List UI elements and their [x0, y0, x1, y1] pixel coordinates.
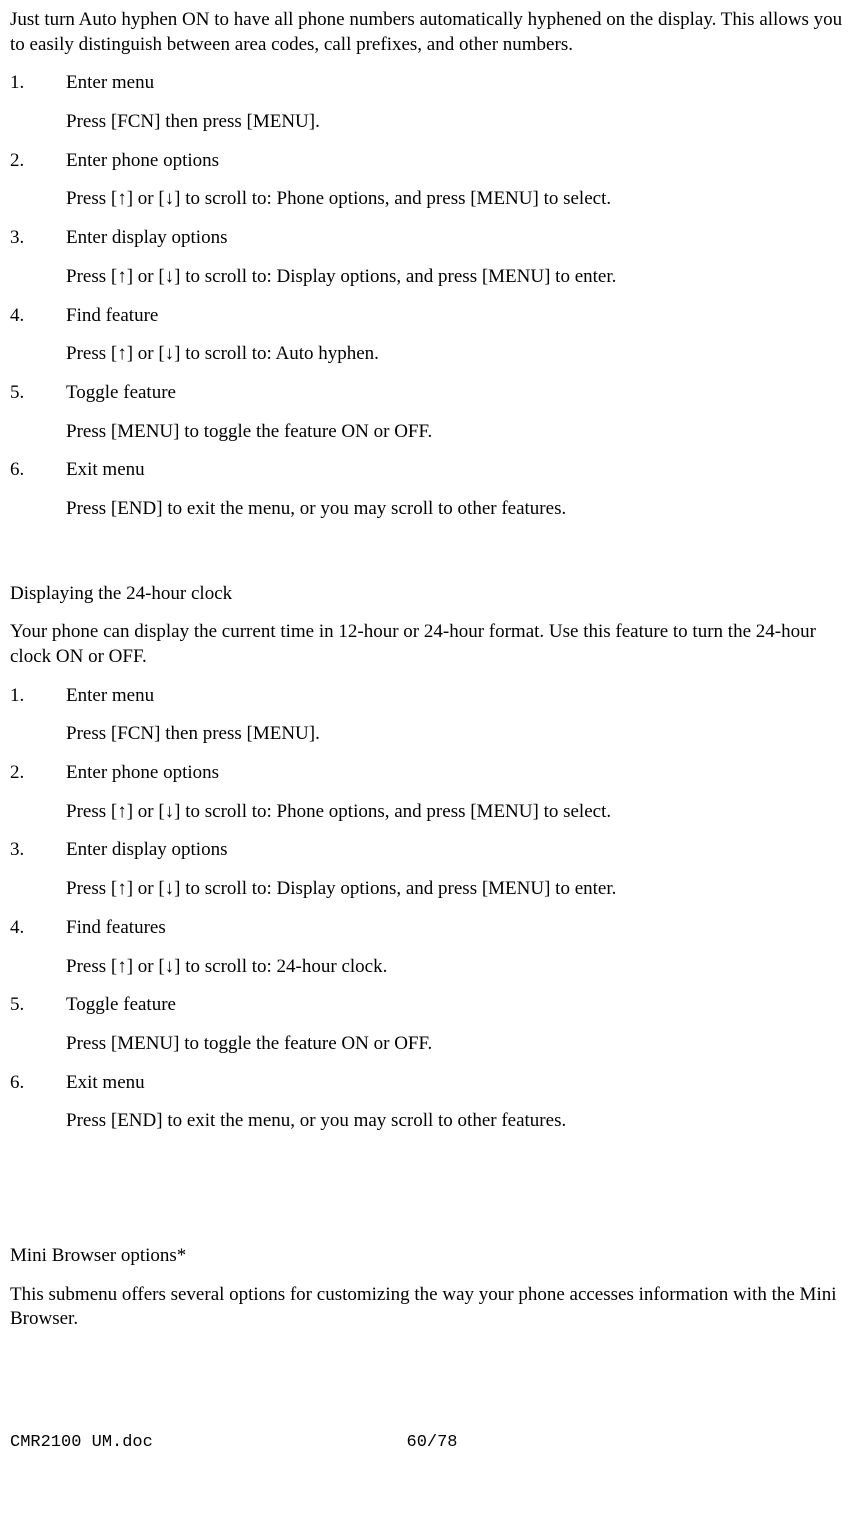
step-row: 5. Toggle feature Press [MENU] to toggle… — [10, 993, 854, 1056]
step-row: 3. Enter display options Press [↑] or [↓… — [10, 838, 854, 901]
step-number: 4. — [10, 916, 66, 979]
step-number: 5. — [10, 381, 66, 444]
step-body: Enter phone options Press [↑] or [↓] to … — [66, 761, 854, 824]
step-detail: Press [↑] or [↓] to scroll to: Auto hyph… — [66, 342, 854, 367]
step-detail: Press [FCN] then press [MENU]. — [66, 110, 854, 135]
step-title: Find features — [66, 916, 854, 941]
step-body: Enter menu Press [FCN] then press [MENU]… — [66, 684, 854, 747]
step-title: Exit menu — [66, 1071, 854, 1096]
step-detail: Press [↑] or [↓] to scroll to: Phone opt… — [66, 187, 854, 212]
step-number: 3. — [10, 226, 66, 289]
section1-intro: Just turn Auto hyphen ON to have all pho… — [10, 8, 854, 57]
step-detail: Press [↑] or [↓] to scroll to: Display o… — [66, 877, 854, 902]
step-body: Find feature Press [↑] or [↓] to scroll … — [66, 304, 854, 367]
page-footer: CMR2100 UM.doc 60/78 — [10, 1432, 854, 1454]
step-title: Enter menu — [66, 684, 854, 709]
step-row: 1. Enter menu Press [FCN] then press [ME… — [10, 71, 854, 134]
step-title: Enter display options — [66, 226, 854, 251]
step-detail: Press [↑] or [↓] to scroll to: Phone opt… — [66, 800, 854, 825]
step-number: 1. — [10, 684, 66, 747]
step-title: Toggle feature — [66, 993, 854, 1018]
section2-heading: Displaying the 24-hour clock — [10, 582, 854, 607]
step-body: Enter menu Press [FCN] then press [MENU]… — [66, 71, 854, 134]
step-number: 5. — [10, 993, 66, 1056]
step-number: 2. — [10, 761, 66, 824]
step-number: 1. — [10, 71, 66, 134]
footer-page-number: 60/78 — [406, 1432, 457, 1454]
section3-intro: This submenu offers several options for … — [10, 1283, 854, 1332]
step-detail: Press [↑] or [↓] to scroll to: Display o… — [66, 265, 854, 290]
step-detail: Press [FCN] then press [MENU]. — [66, 722, 854, 747]
step-detail: Press [MENU] to toggle the feature ON or… — [66, 420, 854, 445]
step-body: Find features Press [↑] or [↓] to scroll… — [66, 916, 854, 979]
step-title: Enter display options — [66, 838, 854, 863]
step-body: Exit menu Press [END] to exit the menu, … — [66, 458, 854, 521]
step-body: Exit menu Press [END] to exit the menu, … — [66, 1071, 854, 1134]
step-title: Enter phone options — [66, 149, 854, 174]
step-body: Enter display options Press [↑] or [↓] t… — [66, 838, 854, 901]
section2-intro: Your phone can display the current time … — [10, 620, 854, 669]
step-title: Enter phone options — [66, 761, 854, 786]
step-body: Toggle feature Press [MENU] to toggle th… — [66, 993, 854, 1056]
step-body: Toggle feature Press [MENU] to toggle th… — [66, 381, 854, 444]
step-row: 6. Exit menu Press [END] to exit the men… — [10, 1071, 854, 1134]
step-number: 4. — [10, 304, 66, 367]
step-row: 2. Enter phone options Press [↑] or [↓] … — [10, 761, 854, 824]
step-row: 3. Enter display options Press [↑] or [↓… — [10, 226, 854, 289]
step-title: Find feature — [66, 304, 854, 329]
step-row: 2. Enter phone options Press [↑] or [↓] … — [10, 149, 854, 212]
step-title: Exit menu — [66, 458, 854, 483]
step-title: Toggle feature — [66, 381, 854, 406]
step-number: 3. — [10, 838, 66, 901]
step-detail: Press [END] to exit the menu, or you may… — [66, 1109, 854, 1134]
step-row: 1. Enter menu Press [FCN] then press [ME… — [10, 684, 854, 747]
step-row: 4. Find features Press [↑] or [↓] to scr… — [10, 916, 854, 979]
step-body: Enter phone options Press [↑] or [↓] to … — [66, 149, 854, 212]
step-detail: Press [END] to exit the menu, or you may… — [66, 497, 854, 522]
step-number: 6. — [10, 458, 66, 521]
section3-heading: Mini Browser options* — [10, 1244, 854, 1269]
step-detail: Press [↑] or [↓] to scroll to: 24-hour c… — [66, 955, 854, 980]
step-body: Enter display options Press [↑] or [↓] t… — [66, 226, 854, 289]
step-number: 6. — [10, 1071, 66, 1134]
footer-filename: CMR2100 UM.doc — [10, 1432, 153, 1454]
step-title: Enter menu — [66, 71, 854, 96]
step-row: 5. Toggle feature Press [MENU] to toggle… — [10, 381, 854, 444]
step-number: 2. — [10, 149, 66, 212]
step-detail: Press [MENU] to toggle the feature ON or… — [66, 1032, 854, 1057]
step-row: 4. Find feature Press [↑] or [↓] to scro… — [10, 304, 854, 367]
step-row: 6. Exit menu Press [END] to exit the men… — [10, 458, 854, 521]
